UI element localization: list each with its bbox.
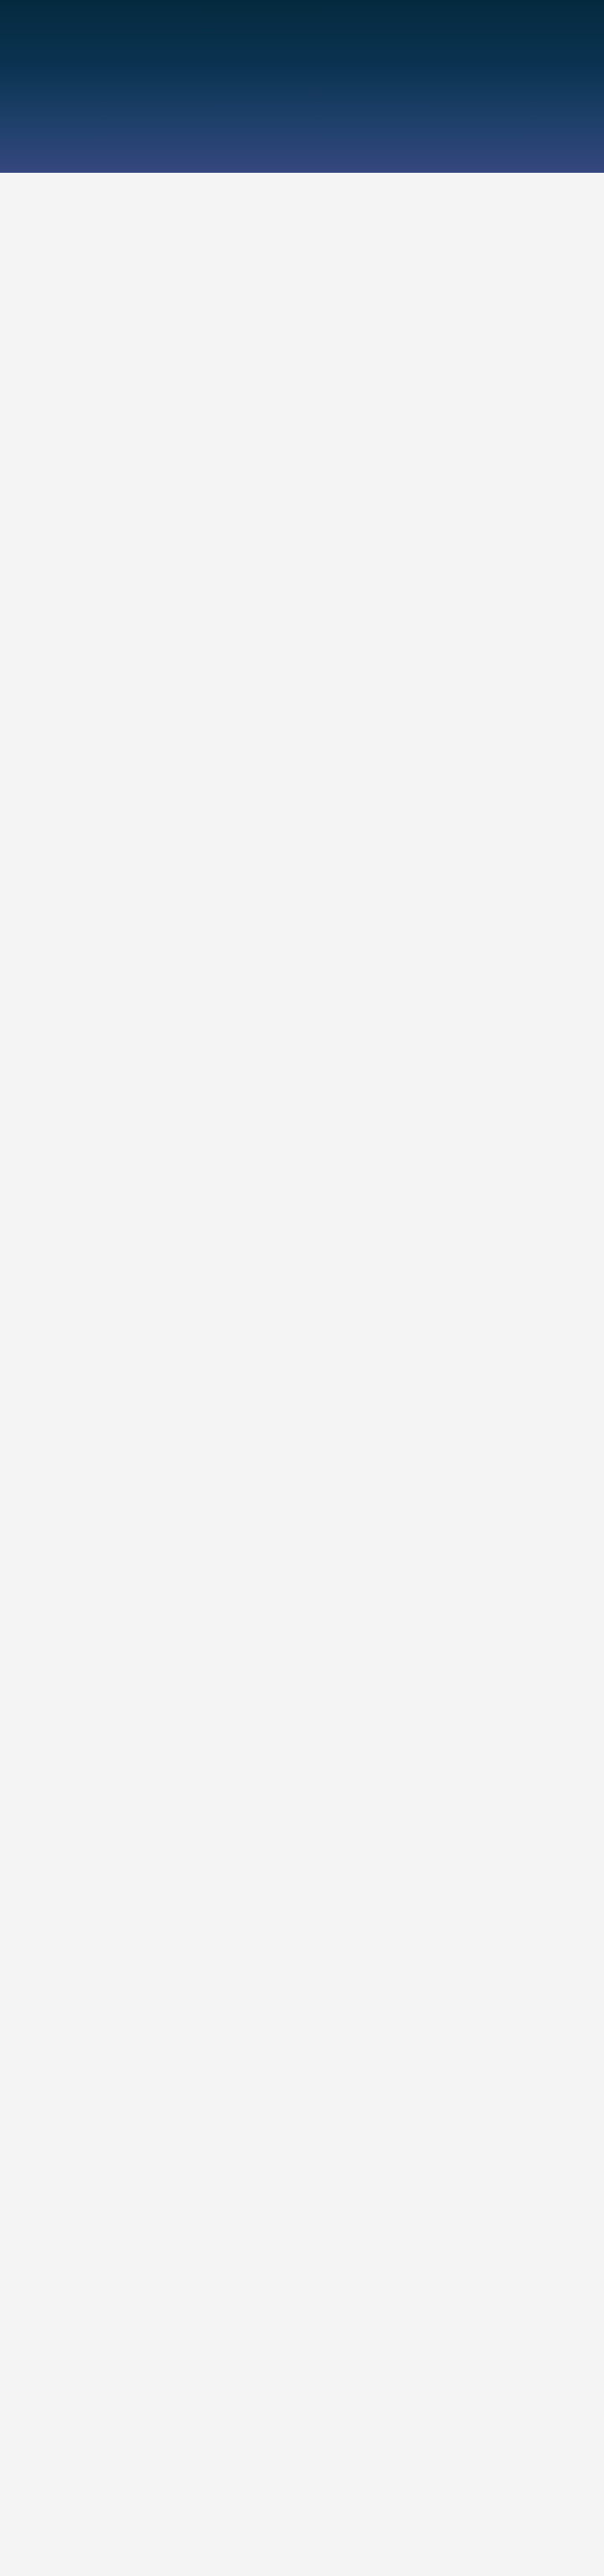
hero-banner — [0, 0, 604, 173]
template-grid — [0, 173, 604, 245]
hero-collage — [84, 72, 520, 173]
